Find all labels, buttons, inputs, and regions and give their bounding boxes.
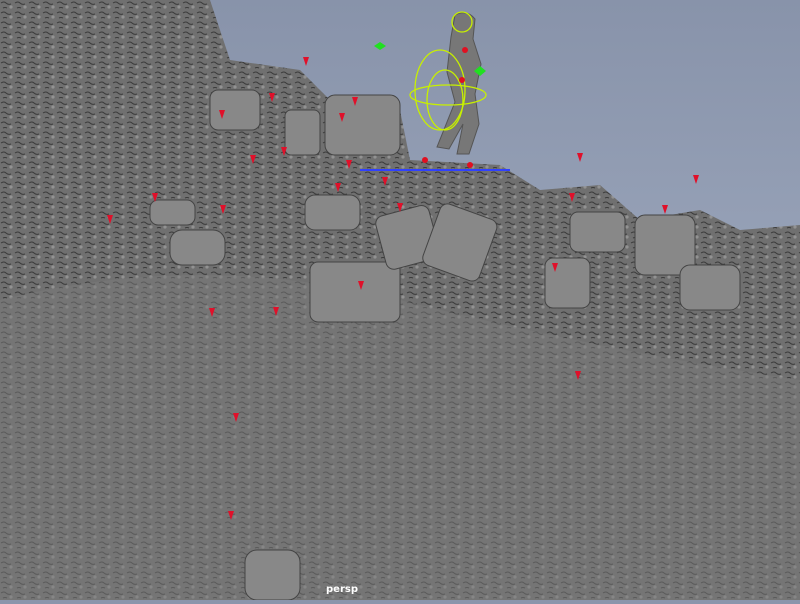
scene-render [0, 0, 800, 600]
camera-label: persp [326, 584, 358, 595]
3d-viewport[interactable]: persp [0, 0, 800, 600]
